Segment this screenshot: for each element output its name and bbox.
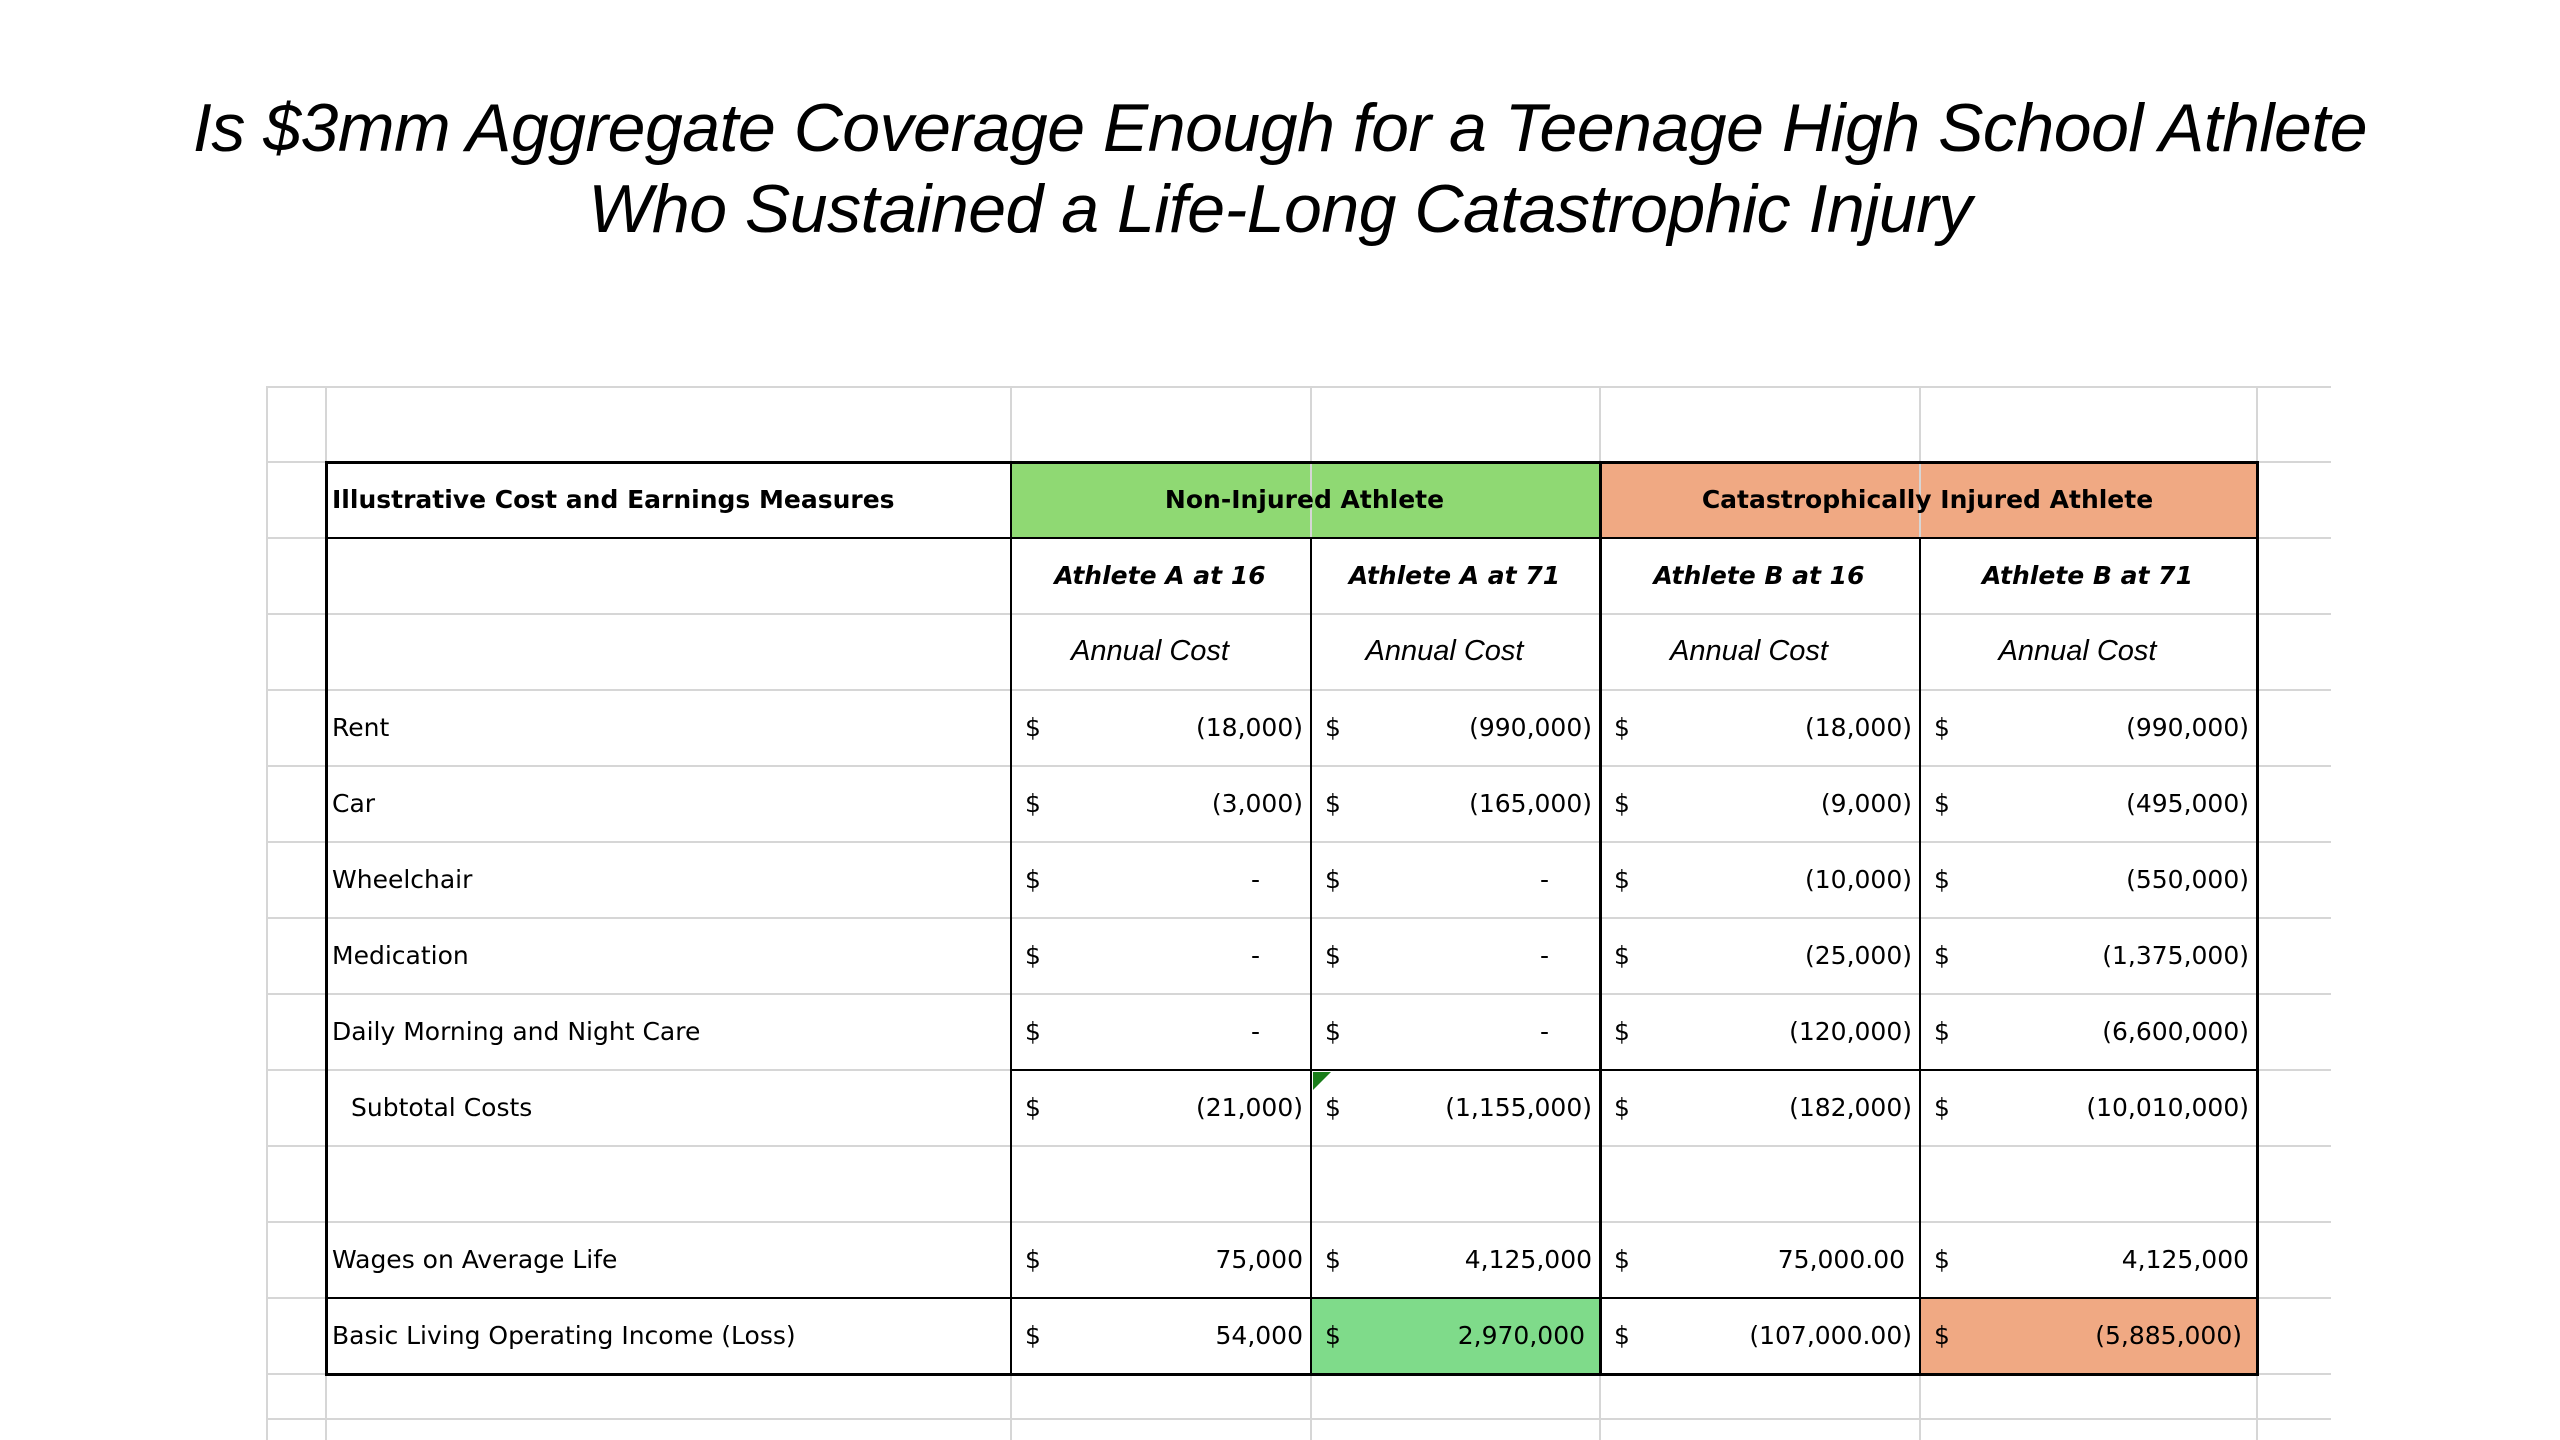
- currency-symbol: $: [1025, 864, 1041, 894]
- subheader-1: Athlete A at 71: [1348, 560, 1561, 590]
- cell-value: 4,125,000: [1464, 1244, 1592, 1274]
- cell-value: (990,000): [2126, 712, 2249, 742]
- cell-value: (120,000): [1789, 1016, 1912, 1046]
- currency-symbol: $: [1614, 788, 1630, 818]
- subheader-2: Athlete B at 16: [1653, 560, 1865, 590]
- cell-value: (550,000): [2126, 864, 2249, 894]
- currency-symbol: $: [1614, 864, 1630, 894]
- gridline-h: [266, 1418, 2331, 1420]
- annual-cost-label-3: Annual Cost: [1998, 634, 2157, 667]
- row-label: Daily Morning and Night Care: [332, 1016, 701, 1046]
- currency-symbol: $: [1934, 940, 1950, 970]
- cell-value: -: [1539, 1016, 1549, 1046]
- currency-symbol: $: [1934, 1320, 1950, 1350]
- currency-symbol: $: [1934, 1244, 1950, 1274]
- currency-symbol: $: [1614, 1320, 1630, 1350]
- group-header-injured: Catastrophically Injured Athlete: [1701, 484, 2154, 514]
- currency-symbol: $: [1934, 712, 1950, 742]
- cell-value: (182,000): [1789, 1092, 1912, 1122]
- cell-value: (5,885,000): [2095, 1320, 2242, 1350]
- currency-symbol: $: [1325, 864, 1341, 894]
- row-label: Car: [332, 788, 376, 818]
- currency-symbol: $: [1934, 864, 1950, 894]
- currency-symbol: $: [1614, 1244, 1630, 1274]
- cell-value: (9,000): [1820, 788, 1912, 818]
- cell-value: -: [1250, 864, 1260, 894]
- currency-symbol: $: [1934, 1016, 1950, 1046]
- annual-cost-label-0: Annual Cost: [1071, 634, 1229, 667]
- table-border-bottom: [325, 1373, 2259, 1376]
- row-label: Basic Living Operating Income (Loss): [332, 1320, 796, 1350]
- row-label: Rent: [332, 712, 390, 742]
- row-label: Subtotal Costs: [351, 1092, 533, 1122]
- cell-value: (3,000): [1211, 788, 1303, 818]
- gridline-h: [266, 386, 2331, 388]
- cell-value: (1,375,000): [2102, 940, 2249, 970]
- currency-symbol: $: [1325, 1016, 1341, 1046]
- cell-value: (10,000): [1805, 864, 1912, 894]
- subheader-3: Athlete B at 71: [1982, 560, 2193, 590]
- cell-value: -: [1539, 940, 1549, 970]
- row-label: Medication: [332, 940, 469, 970]
- currency-symbol: $: [1025, 1320, 1041, 1350]
- cell-value: 54,000: [1215, 1320, 1303, 1350]
- cell-value: (1,155,000): [1445, 1092, 1592, 1122]
- subheader-0: Athlete A at 16: [1054, 560, 1266, 590]
- title-line-1: Is $3mm Aggregate Coverage Enough for a …: [192, 90, 2368, 166]
- cell-value: (165,000): [1469, 788, 1592, 818]
- currency-symbol: $: [1325, 1092, 1341, 1122]
- currency-symbol: $: [1025, 788, 1041, 818]
- annual-cost-label-2: Annual Cost: [1670, 634, 1828, 667]
- cell-value: (107,000.00): [1749, 1320, 1912, 1350]
- title-line-2: Who Sustained a Life-Long Catastrophic I…: [588, 171, 1972, 247]
- currency-symbol: $: [1025, 1244, 1041, 1274]
- cell-value: -: [1539, 864, 1549, 894]
- currency-symbol: $: [1934, 788, 1950, 818]
- currency-symbol: $: [1325, 1320, 1341, 1350]
- currency-symbol: $: [1934, 1092, 1950, 1122]
- cell-value: (10,010,000): [2086, 1092, 2249, 1122]
- cell-value: 4,125,000: [2121, 1244, 2249, 1274]
- currency-symbol: $: [1325, 1244, 1341, 1274]
- table-header-label: Illustrative Cost and Earnings Measures: [332, 484, 895, 514]
- cell-value: (6,600,000): [2102, 1016, 2249, 1046]
- cell-value: -: [1250, 1016, 1260, 1046]
- annual-cost-label-1: Annual Cost: [1365, 634, 1524, 667]
- cell-value: (495,000): [2126, 788, 2249, 818]
- cell-value: 2,970,000: [1457, 1320, 1585, 1350]
- currency-symbol: $: [1325, 788, 1341, 818]
- cell-value: (990,000): [1469, 712, 1592, 742]
- row-label: Wages on Average Life: [332, 1244, 618, 1274]
- slide-title: Is $3mm Aggregate Coverage Enough for a …: [0, 88, 2560, 250]
- currency-symbol: $: [1325, 712, 1341, 742]
- cell-value: (25,000): [1805, 940, 1912, 970]
- cell-value: (18,000): [1196, 712, 1303, 742]
- table-border-right: [2256, 461, 2259, 1376]
- currency-symbol: $: [1614, 1092, 1630, 1122]
- cell-value: 75,000: [1215, 1244, 1303, 1274]
- currency-symbol: $: [1614, 712, 1630, 742]
- cell-value: (21,000): [1196, 1092, 1303, 1122]
- cell-value: (18,000): [1805, 712, 1912, 742]
- spreadsheet-table: Illustrative Cost and Earnings Measures N…: [266, 386, 2331, 1440]
- row-label: Wheelchair: [332, 864, 473, 894]
- currency-symbol: $: [1025, 1016, 1041, 1046]
- group-header-non-injured: Non-Injured Athlete: [1164, 484, 1445, 514]
- currency-symbol: $: [1325, 940, 1341, 970]
- cell-value: 75,000.00: [1777, 1244, 1905, 1274]
- cell-value: -: [1250, 940, 1260, 970]
- currency-symbol: $: [1025, 1092, 1041, 1122]
- currency-symbol: $: [1614, 940, 1630, 970]
- row-label: [325, 1145, 1010, 1221]
- currency-symbol: $: [1025, 712, 1041, 742]
- currency-symbol: $: [1025, 940, 1041, 970]
- currency-symbol: $: [1614, 1016, 1630, 1046]
- gridline-v: [266, 386, 268, 1440]
